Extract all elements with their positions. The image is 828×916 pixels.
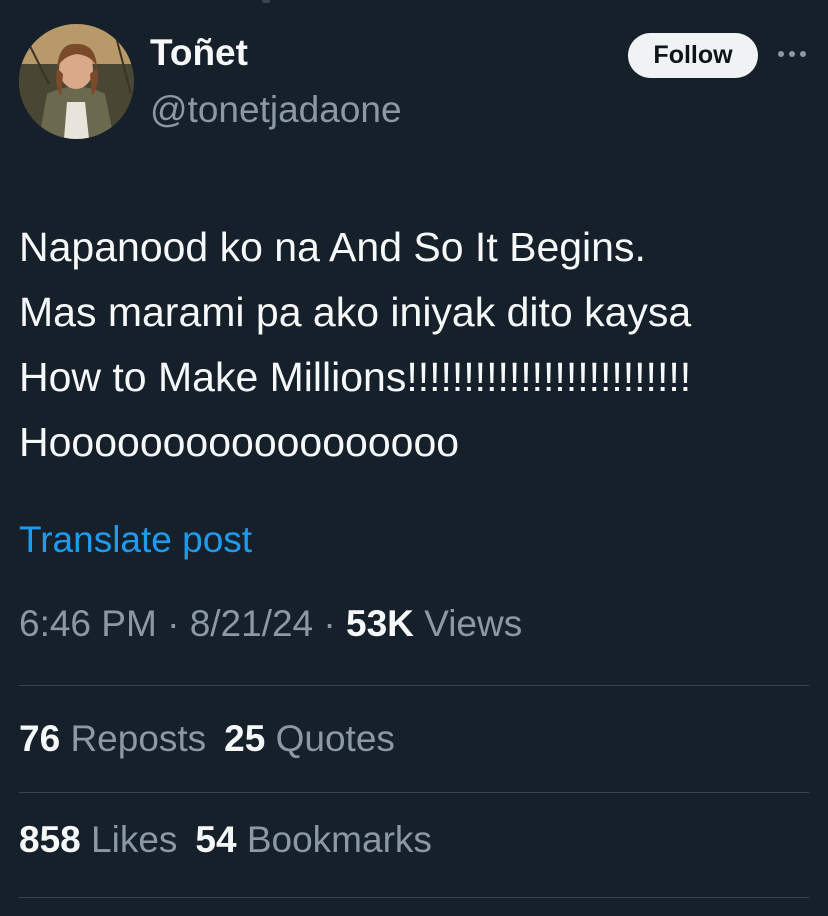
likes-count: 858 bbox=[19, 819, 81, 860]
reposts-count: 76 bbox=[19, 718, 61, 759]
tweet-meta: 6:46 PM · 8/21/24 · 53K Views bbox=[19, 603, 522, 645]
likes-stat[interactable]: 858 Likes bbox=[19, 819, 177, 860]
tweet-time[interactable]: 6:46 PM bbox=[19, 603, 157, 644]
bookmarks-stat[interactable]: 54 Bookmarks bbox=[195, 819, 432, 860]
quotes-count: 25 bbox=[224, 718, 266, 759]
reposts-stat[interactable]: 76 Reposts bbox=[19, 718, 206, 759]
bookmarks-count: 54 bbox=[195, 819, 237, 860]
meta-separator: · bbox=[167, 603, 180, 644]
divider bbox=[19, 792, 809, 793]
quotes-stat[interactable]: 25 Quotes bbox=[224, 718, 395, 759]
engagement-row-reposts: 76 Reposts 25 Quotes bbox=[19, 718, 395, 760]
author-name[interactable]: Toñet bbox=[150, 32, 248, 74]
author-handle[interactable]: @tonetjadaone bbox=[150, 89, 402, 131]
avatar-image bbox=[19, 24, 134, 139]
likes-label: Likes bbox=[91, 819, 178, 860]
reposts-label: Reposts bbox=[70, 718, 207, 759]
more-options-icon[interactable] bbox=[773, 40, 811, 68]
divider bbox=[19, 897, 809, 898]
scroll-tick bbox=[262, 0, 270, 3]
translate-post-link[interactable]: Translate post bbox=[19, 519, 252, 561]
tweet-date[interactable]: 8/21/24 bbox=[190, 603, 313, 644]
views-label: Views bbox=[424, 603, 523, 644]
avatar[interactable] bbox=[19, 24, 134, 139]
tweet-line: Hoooooooooooooooooo bbox=[19, 419, 460, 465]
follow-button[interactable]: Follow bbox=[628, 33, 758, 78]
engagement-row-likes: 858 Likes 54 Bookmarks bbox=[19, 819, 432, 861]
tweet-line: How to Make Millions!!!!!!!!!!!!!!!!!!!!… bbox=[19, 354, 692, 400]
bookmarks-label: Bookmarks bbox=[246, 819, 432, 860]
views-count: 53K bbox=[346, 603, 414, 644]
meta-separator: · bbox=[323, 603, 336, 644]
top-edge bbox=[0, 0, 828, 4]
quotes-label: Quotes bbox=[275, 718, 395, 759]
tweet-line: Napanood ko na And So It Begins. bbox=[19, 224, 646, 270]
divider bbox=[19, 685, 809, 686]
tweet-text: Napanood ko na And So It Begins. Mas mar… bbox=[19, 215, 809, 475]
tweet-line: Mas marami pa ako iniyak dito kaysa bbox=[19, 289, 692, 335]
